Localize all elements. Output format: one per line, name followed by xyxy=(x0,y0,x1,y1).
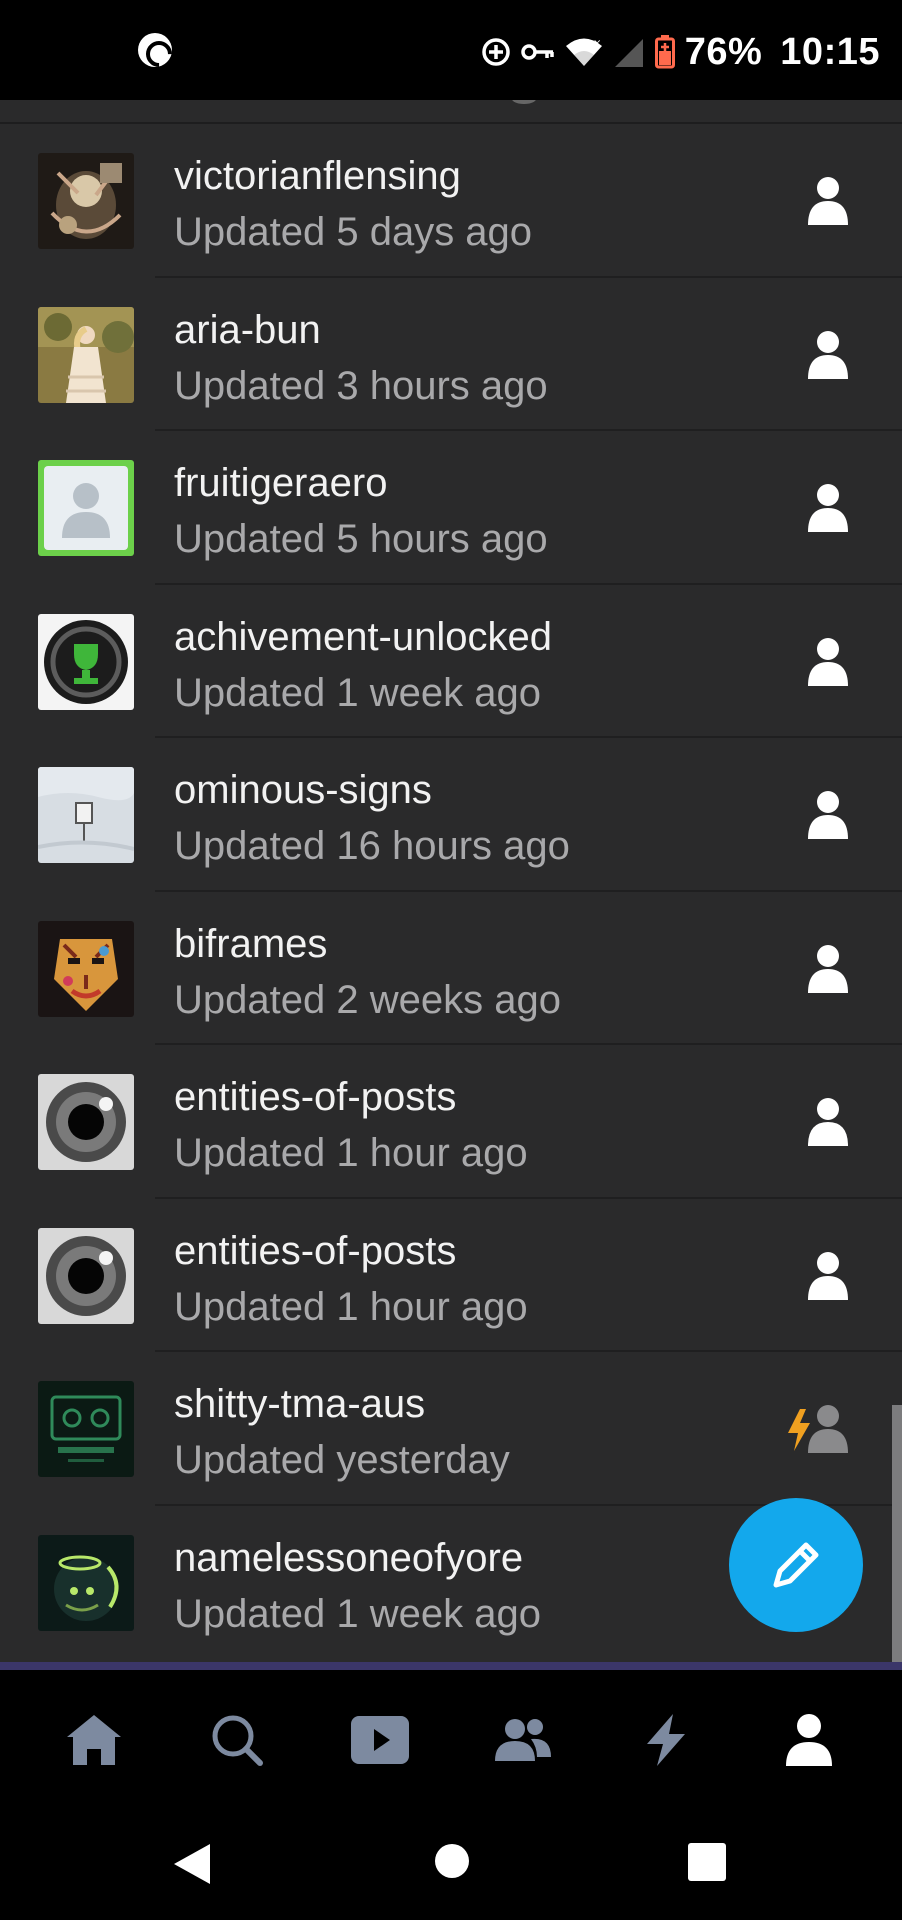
previous-row-edge xyxy=(0,100,902,124)
person-icon[interactable] xyxy=(806,175,850,227)
nav-account[interactable] xyxy=(754,1685,864,1795)
blog-name[interactable]: fruitigeraero xyxy=(174,461,387,506)
blog-avatar[interactable] xyxy=(38,1227,134,1324)
blog-avatar[interactable] xyxy=(38,920,134,1017)
lightning-icon xyxy=(646,1714,685,1766)
person-icon[interactable] xyxy=(806,1250,850,1302)
list-item[interactable]: entities-of-posts Updated 1 hour ago xyxy=(0,1199,902,1353)
updated-text: Updated yesterday xyxy=(174,1438,510,1482)
blog-avatar[interactable] xyxy=(38,1381,134,1477)
nav-video[interactable] xyxy=(325,1685,435,1795)
nav-home[interactable] xyxy=(39,1685,149,1795)
updated-text: Updated 3 hours ago xyxy=(174,363,548,408)
list-item[interactable]: victorianflensing Updated 5 days ago xyxy=(0,124,902,278)
lightning-person-icon[interactable] xyxy=(786,1403,850,1455)
nav-activity[interactable] xyxy=(611,1685,721,1795)
svg-text:×: × xyxy=(593,38,601,49)
system-navigation-bar xyxy=(0,1810,902,1920)
wifi-icon: × xyxy=(565,34,603,70)
account-icon xyxy=(785,1714,832,1766)
list-item[interactable]: achivement-unlocked Updated 1 week ago xyxy=(0,585,902,739)
updated-text: Updated 1 hour ago xyxy=(174,1284,528,1329)
blog-name[interactable]: victorianflensing xyxy=(174,154,461,199)
app-notification-icon xyxy=(138,33,172,67)
person-icon[interactable] xyxy=(806,636,850,688)
blog-avatar[interactable] xyxy=(38,613,134,710)
updated-text: Updated 1 week ago xyxy=(174,1591,541,1636)
following-list-screen: victorianflensing Updated 5 days ago ari… xyxy=(0,100,902,1662)
blog-avatar[interactable] xyxy=(38,306,134,403)
blog-name[interactable]: shitty-tma-aus xyxy=(174,1382,425,1427)
bottom-navigation xyxy=(0,1670,902,1810)
clock: 10:15 xyxy=(780,30,880,73)
nav-divider xyxy=(0,1662,902,1670)
people-icon xyxy=(494,1719,551,1761)
nav-search[interactable] xyxy=(182,1685,292,1795)
recent-apps-icon[interactable] xyxy=(688,1843,726,1881)
updated-text: Updated 1 hour ago xyxy=(174,1131,528,1175)
status-bar: × 76% 10:15 xyxy=(0,0,902,100)
home-button-icon[interactable] xyxy=(434,1843,470,1879)
compose-button[interactable] xyxy=(729,1498,863,1632)
updated-text: Updated 2 weeks ago xyxy=(174,977,561,1022)
updated-text: Updated 5 hours ago xyxy=(174,517,548,561)
blog-name[interactable]: aria-bun xyxy=(174,308,321,353)
blog-name[interactable]: ominous-signs xyxy=(174,768,432,813)
home-icon xyxy=(66,1715,121,1765)
blog-name[interactable]: achivement-unlocked xyxy=(174,615,552,660)
cell-signal-icon xyxy=(613,34,645,70)
battery-icon xyxy=(654,34,675,70)
list-item[interactable]: biframes Updated 2 weeks ago xyxy=(0,892,902,1046)
blog-avatar[interactable] xyxy=(38,1074,134,1170)
blog-avatar[interactable] xyxy=(38,1534,134,1631)
status-icons: × 76% 10:15 xyxy=(481,30,880,74)
blog-list[interactable]: victorianflensing Updated 5 days ago ari… xyxy=(0,124,902,1659)
video-icon xyxy=(350,1716,409,1764)
person-icon[interactable] xyxy=(806,1096,850,1148)
updated-text: Updated 16 hours ago xyxy=(174,824,570,868)
list-item[interactable]: shitty-tma-aus Updated yesterday xyxy=(0,1352,902,1506)
list-item[interactable]: fruitigeraero Updated 5 hours ago xyxy=(0,431,902,585)
pencil-icon xyxy=(773,1542,819,1588)
battery-percentage: 76% xyxy=(684,30,763,73)
search-icon xyxy=(212,1715,263,1766)
person-icon[interactable] xyxy=(806,482,850,534)
list-item[interactable]: aria-bun Updated 3 hours ago xyxy=(0,278,902,432)
scrollbar[interactable] xyxy=(892,1405,902,1662)
nav-activity-people[interactable] xyxy=(468,1685,578,1795)
blog-name[interactable]: entities-of-posts xyxy=(174,1229,456,1274)
updated-text: Updated 5 days ago xyxy=(174,210,533,254)
blog-name[interactable]: entities-of-posts xyxy=(174,1075,456,1120)
blog-name[interactable]: namelessoneofyore xyxy=(174,1536,523,1581)
list-item[interactable]: ominous-signs Updated 16 hours ago xyxy=(0,738,902,892)
back-icon[interactable] xyxy=(172,1842,212,1886)
data-saver-icon xyxy=(481,34,511,70)
person-icon[interactable] xyxy=(806,329,850,381)
blog-avatar[interactable] xyxy=(38,767,134,863)
updated-text: Updated 1 week ago xyxy=(174,670,541,715)
person-icon[interactable] xyxy=(806,789,850,841)
blog-avatar[interactable] xyxy=(38,153,134,249)
vpn-key-icon xyxy=(520,34,555,70)
blog-name[interactable]: biframes xyxy=(174,922,327,967)
blog-avatar[interactable] xyxy=(38,460,134,556)
person-icon[interactable] xyxy=(806,943,850,995)
list-item[interactable]: entities-of-posts Updated 1 hour ago xyxy=(0,1045,902,1199)
